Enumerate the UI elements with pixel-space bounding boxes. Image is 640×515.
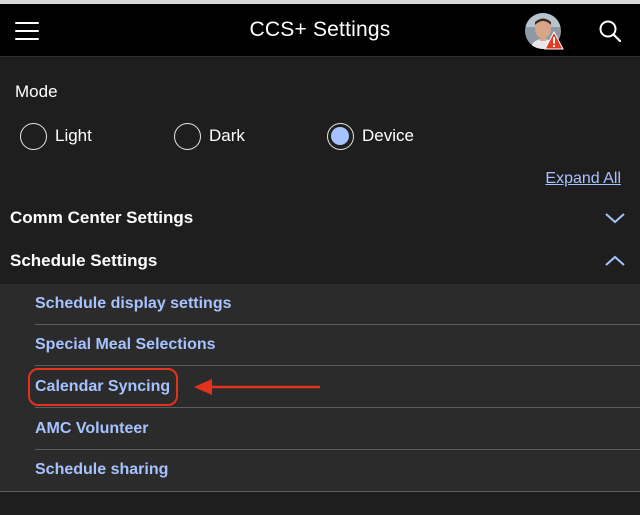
- mode-option-label: Light: [55, 126, 92, 145]
- mode-option-light[interactable]: Light: [20, 120, 92, 152]
- list-item-label: AMC Volunteer: [35, 420, 149, 437]
- expand-all-link[interactable]: Expand All: [545, 170, 621, 188]
- mode-option-label: Device: [362, 126, 414, 145]
- chevron-down-icon: [605, 213, 625, 224]
- chevron-up-icon: [605, 255, 625, 266]
- annotation-highlight-box: [28, 368, 178, 406]
- section-schedule-settings[interactable]: Schedule Settings: [0, 241, 640, 283]
- search-icon[interactable]: [598, 19, 622, 43]
- list-item-label: Schedule display settings: [35, 295, 232, 312]
- section-title: Schedule Settings: [10, 251, 158, 270]
- radio-button[interactable]: [20, 122, 47, 150]
- list-item-label: Schedule sharing: [35, 461, 169, 478]
- app-header: CCS+ Settings: [0, 4, 640, 57]
- list-item-amc-volunteer[interactable]: AMC Volunteer: [35, 409, 640, 450]
- list-item-schedule-display-settings[interactable]: Schedule display settings: [35, 284, 640, 325]
- list-item-schedule-sharing[interactable]: Schedule sharing: [35, 450, 640, 491]
- section-comm-center-settings[interactable]: Comm Center Settings: [0, 198, 640, 240]
- warning-icon: [544, 31, 564, 50]
- mode-label: Mode: [15, 82, 58, 101]
- list-item-label: Special Meal Selections: [35, 336, 216, 353]
- mode-option-device[interactable]: Device: [327, 120, 414, 152]
- radio-button-selected[interactable]: [327, 122, 354, 150]
- divider: [0, 491, 640, 492]
- mode-option-dark[interactable]: Dark: [174, 120, 245, 152]
- annotation-arrow-icon: [194, 379, 320, 395]
- section-title: Comm Center Settings: [10, 208, 194, 227]
- list-item-special-meal-selections[interactable]: Special Meal Selections: [35, 325, 640, 366]
- radio-button[interactable]: [174, 122, 201, 150]
- user-avatar[interactable]: [525, 13, 564, 50]
- mode-option-label: Dark: [209, 126, 245, 145]
